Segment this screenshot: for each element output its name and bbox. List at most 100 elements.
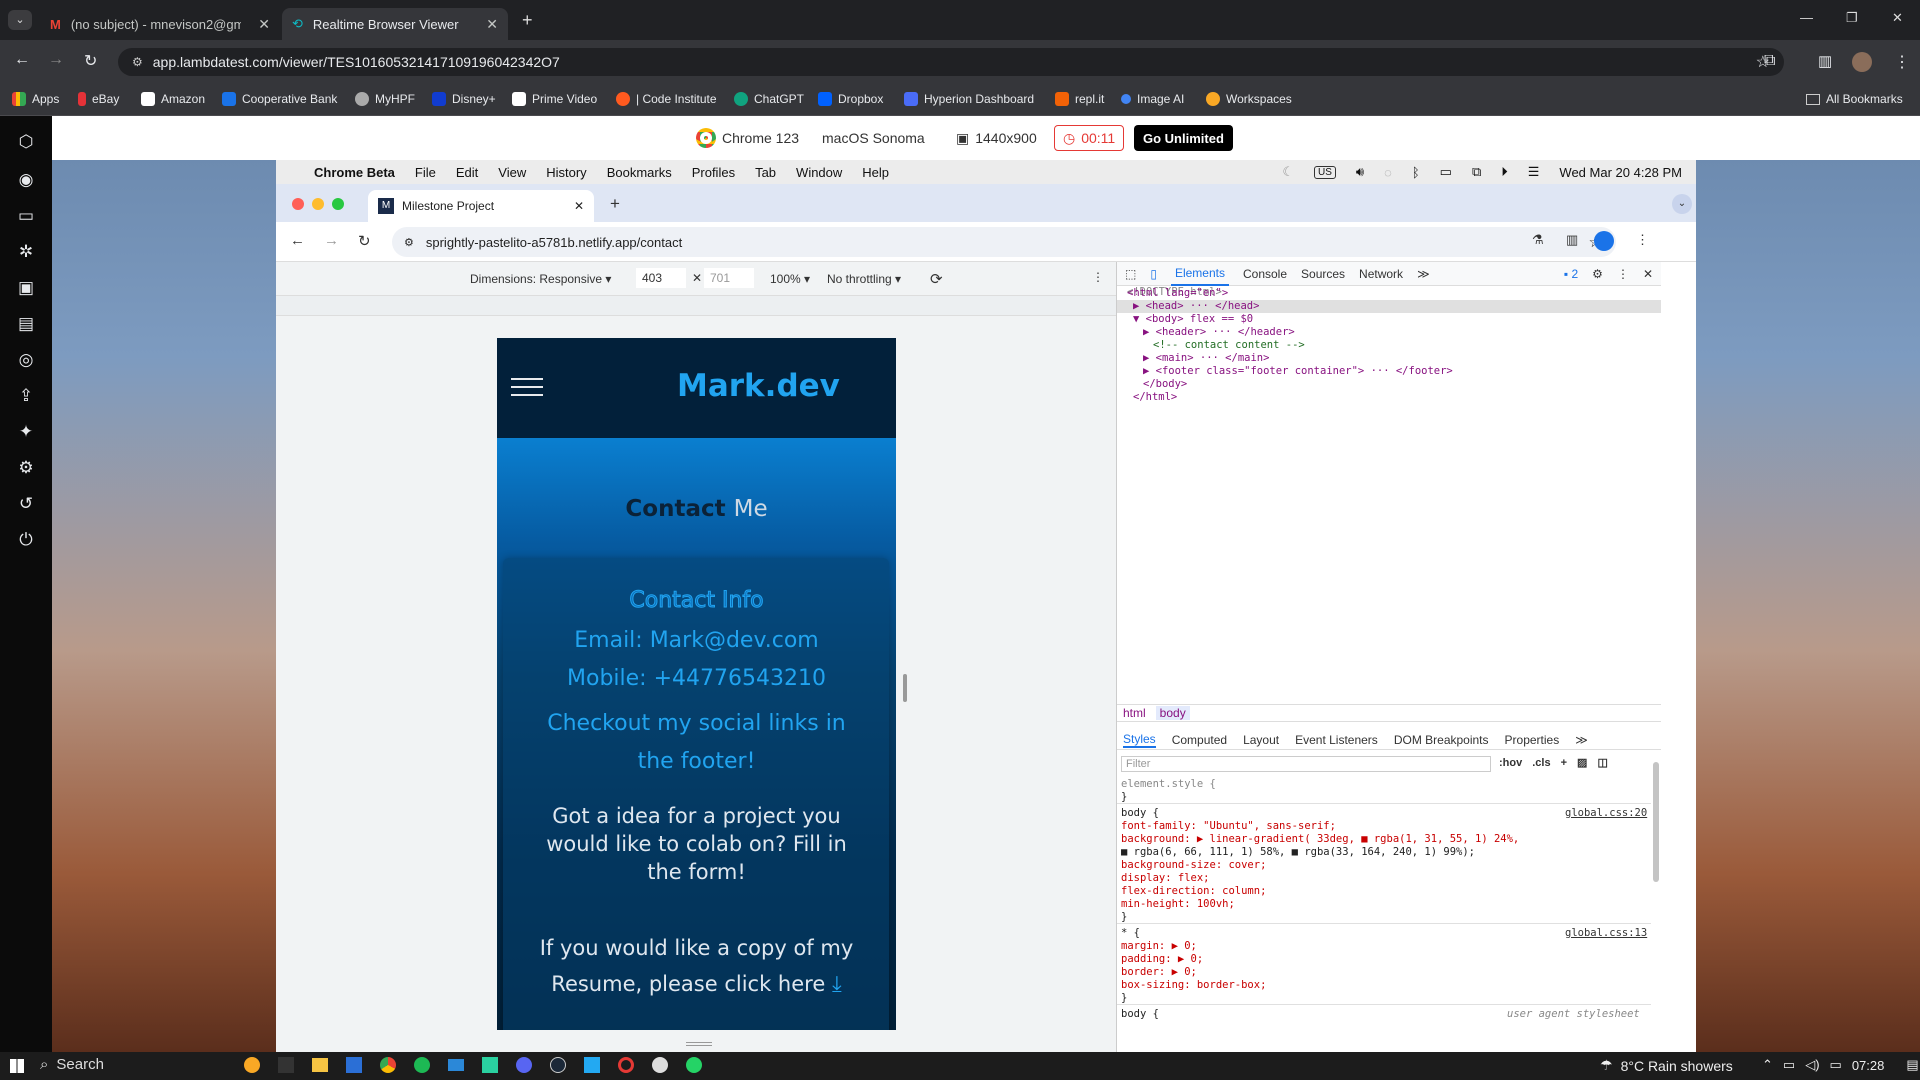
- bookmark-workspaces[interactable]: Workspaces: [1206, 92, 1292, 106]
- profile-avatar[interactable]: [1852, 52, 1872, 72]
- menu-icon[interactable]: ⋮: [1636, 232, 1649, 248]
- switch-icon[interactable]: ↺: [16, 494, 36, 514]
- tab-search-button[interactable]: ⌄: [8, 10, 32, 30]
- inner-tab[interactable]: M Milestone Project ✕: [368, 190, 594, 222]
- screen-icon[interactable]: ⧉: [1472, 164, 1481, 180]
- site-info-icon[interactable]: ⚙: [404, 236, 414, 249]
- bookmark-replit[interactable]: repl.it: [1055, 92, 1104, 106]
- sidepanel-icon[interactable]: ▥: [1566, 232, 1578, 248]
- dom-line-body[interactable]: ▼ <body> flex == $0: [1133, 300, 1253, 325]
- tab-layout[interactable]: Layout: [1243, 733, 1279, 747]
- bluetooth-icon[interactable]: ᛒ: [1412, 165, 1420, 180]
- dom-line[interactable]: ▶ <footer class="footer container"> ··· …: [1143, 365, 1453, 377]
- cls-toggle[interactable]: .cls: [1532, 757, 1550, 769]
- discord-icon[interactable]: [516, 1057, 532, 1073]
- colorful-app-icon[interactable]: [244, 1057, 260, 1073]
- css-source-link[interactable]: global.css:13: [1565, 927, 1647, 939]
- zoom-light-icon[interactable]: [332, 198, 344, 210]
- menu-file[interactable]: File: [415, 165, 436, 180]
- add-rule-icon[interactable]: +: [1561, 757, 1567, 769]
- go-unlimited-button[interactable]: Go Unlimited: [1134, 125, 1233, 151]
- download-icon[interactable]: ⤓: [832, 972, 842, 997]
- labs-icon[interactable]: ⚗: [1532, 232, 1544, 248]
- forward-icon[interactable]: →: [324, 232, 339, 249]
- address-bar[interactable]: ⚙ app.lambdatest.com/viewer/TES101605321…: [118, 48, 1784, 76]
- device-toggle-icon[interactable]: ▯: [1150, 267, 1157, 281]
- bookmark-amazon[interactable]: Amazon: [141, 92, 205, 106]
- tab-dom-breakpoints[interactable]: DOM Breakpoints: [1394, 733, 1489, 747]
- close-icon[interactable]: ✕: [486, 16, 498, 33]
- css-selector[interactable]: body {: [1121, 1008, 1159, 1020]
- bookmark-dropbox[interactable]: Dropbox: [818, 92, 883, 106]
- css-decl[interactable]: display: flex;: [1121, 872, 1210, 884]
- battery-icon[interactable]: ▭: [1830, 1057, 1842, 1073]
- windows-start-icon[interactable]: [10, 1059, 24, 1073]
- wifi-off-icon[interactable]: ◌: [1384, 165, 1392, 180]
- tab-sources[interactable]: Sources: [1301, 267, 1345, 281]
- steam-icon[interactable]: [550, 1057, 566, 1073]
- mirror-icon[interactable]: ▭: [1440, 164, 1452, 180]
- menu-view[interactable]: View: [498, 165, 526, 180]
- menu-edit[interactable]: Edit: [456, 165, 478, 180]
- store-icon[interactable]: [346, 1057, 362, 1073]
- tab-console[interactable]: Console: [1243, 267, 1287, 281]
- session-timer[interactable]: ◷ 00:11: [1054, 125, 1125, 151]
- play-icon[interactable]: ⏵: [1501, 164, 1508, 180]
- more-tabs-icon[interactable]: ≫: [1417, 267, 1430, 281]
- input-source[interactable]: US: [1314, 165, 1336, 179]
- profile-icon[interactable]: [1594, 231, 1614, 251]
- crumb-html[interactable]: html: [1123, 706, 1146, 720]
- css-decl-cont[interactable]: ■ rgba(6, 66, 111, 1) 58%, ■ rgba(33, 16…: [1121, 846, 1475, 858]
- close-window-button[interactable]: ✕: [1892, 10, 1903, 26]
- contact-mobile[interactable]: Mobile: +44776543210: [497, 666, 896, 691]
- dom-comment[interactable]: <!-- contact content -->: [1153, 339, 1305, 351]
- menu-window[interactable]: Window: [796, 165, 842, 180]
- bookmark-apps[interactable]: Apps: [12, 92, 59, 106]
- upload-icon[interactable]: ⇪: [16, 386, 36, 406]
- bookmark-codeinstitute[interactable]: | Code Institute: [616, 92, 717, 106]
- tab-elements[interactable]: Elements: [1170, 262, 1229, 286]
- tab-list-button[interactable]: ⌄: [1672, 194, 1692, 214]
- reload-icon[interactable]: ↻: [84, 51, 97, 71]
- menu-help[interactable]: Help: [862, 165, 889, 180]
- css-decl[interactable]: flex-direction: column;: [1121, 885, 1266, 897]
- file-explorer-icon[interactable]: [312, 1058, 328, 1072]
- network-icon[interactable]: ▭: [1783, 1057, 1795, 1073]
- menu-profiles[interactable]: Profiles: [692, 165, 735, 180]
- menu-history[interactable]: History: [546, 165, 586, 180]
- minimize-button[interactable]: —: [1800, 10, 1813, 25]
- clock[interactable]: 07:28: [1852, 1058, 1885, 1073]
- new-tab-button[interactable]: +: [522, 10, 533, 31]
- control-center-icon[interactable]: ☰: [1528, 164, 1540, 180]
- extensions-icon[interactable]: ⧉: [1764, 52, 1775, 70]
- styles-scrollbar[interactable]: [1653, 762, 1659, 882]
- css-decl[interactable]: font-family: "Ubuntu", sans-serif;: [1121, 820, 1336, 832]
- tab-network[interactable]: Network: [1359, 267, 1403, 281]
- moon-icon[interactable]: ☾: [1282, 164, 1294, 180]
- dom-line[interactable]: </body>: [1143, 378, 1187, 390]
- bookmark-primevideo[interactable]: Prime Video: [512, 92, 597, 106]
- notifications-icon[interactable]: ▤: [1906, 1057, 1918, 1073]
- sidebar-toggle-icon[interactable]: ◫: [1597, 756, 1607, 769]
- recorder-icon[interactable]: [618, 1057, 634, 1073]
- video-icon[interactable]: ▭: [16, 206, 36, 226]
- back-icon[interactable]: ←: [14, 51, 30, 69]
- dom-line[interactable]: </html>: [1133, 391, 1177, 403]
- menu-icon[interactable]: ⋮: [1894, 52, 1910, 72]
- css-decl[interactable]: padding: ▶ 0;: [1121, 953, 1203, 965]
- all-bookmarks[interactable]: All Bookmarks: [1806, 92, 1903, 106]
- css-decl[interactable]: border: ▶ 0;: [1121, 966, 1197, 978]
- zoom-select[interactable]: 100% ▾: [770, 272, 810, 286]
- reload-icon[interactable]: ↻: [358, 232, 371, 250]
- terminal-icon[interactable]: [482, 1057, 498, 1073]
- tab-event-listeners[interactable]: Event Listeners: [1295, 733, 1378, 747]
- settings-icon[interactable]: ⚙: [1592, 267, 1603, 281]
- css-source-link[interactable]: global.css:20: [1565, 807, 1647, 819]
- css-selector[interactable]: * {: [1121, 927, 1140, 939]
- minimize-light-icon[interactable]: [312, 198, 324, 210]
- resume-text[interactable]: If you would like a copy of my Resume, p…: [540, 936, 854, 996]
- media-app-icon[interactable]: [278, 1057, 294, 1073]
- vscode-icon[interactable]: [584, 1057, 600, 1073]
- location-icon[interactable]: ◎: [16, 350, 36, 370]
- tab-properties[interactable]: Properties: [1505, 733, 1560, 747]
